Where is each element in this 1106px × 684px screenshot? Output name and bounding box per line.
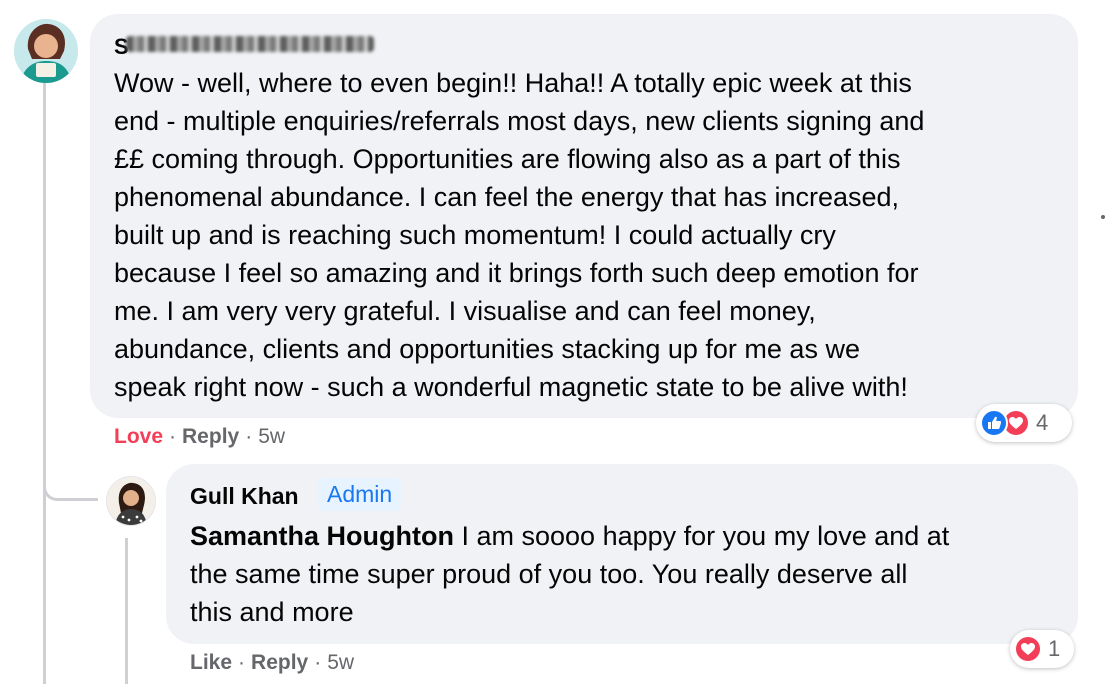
reply-actions: Like · Reply · 5w (190, 651, 354, 675)
reply-text-rest: the same time super proud of you too. Yo… (190, 559, 908, 627)
love-button[interactable]: Love (114, 425, 163, 449)
thread-line-main (43, 82, 46, 684)
comment-timestamp[interactable]: 5w (258, 425, 285, 449)
reply-button[interactable]: Reply (251, 651, 308, 675)
reply-reaction-count: 1 (1048, 636, 1061, 661)
commenter-avatar[interactable] (14, 19, 78, 83)
separator: · (314, 651, 322, 674)
separator: · (238, 651, 246, 674)
comment-reaction-count: 4 (1036, 410, 1049, 435)
reply-text: Samantha Houghton I am soooo happy for y… (190, 517, 1070, 631)
avatar-image (107, 477, 155, 525)
reply-button[interactable]: Reply (182, 425, 239, 449)
thread-line-branch (43, 470, 98, 501)
comment-author-blurred (126, 36, 374, 52)
reply-author-name[interactable]: Gull Khan (190, 483, 299, 510)
avatar-image (14, 19, 78, 83)
thread-line-reply (125, 538, 128, 684)
reply-reactions[interactable]: 1 (1010, 630, 1074, 668)
comment-actions: Love · Reply · 5w (114, 425, 285, 449)
comment-reactions[interactable]: 4 (976, 404, 1072, 442)
separator: · (169, 425, 177, 448)
love-icon (1014, 635, 1042, 663)
reply-text-first-line: I am soooo happy for you my love and at (454, 521, 950, 551)
reply-author-avatar[interactable] (106, 476, 156, 526)
reply-timestamp[interactable]: 5w (327, 651, 354, 675)
admin-badge: Admin (318, 478, 402, 511)
like-icon (980, 409, 1008, 437)
separator: · (245, 425, 253, 448)
like-button[interactable]: Like (190, 651, 232, 675)
comment-text: Wow - well, where to even begin!! Haha!!… (114, 68, 925, 402)
more-options-icon[interactable] (1101, 215, 1105, 219)
mention-link[interactable]: Samantha Houghton (190, 521, 454, 551)
